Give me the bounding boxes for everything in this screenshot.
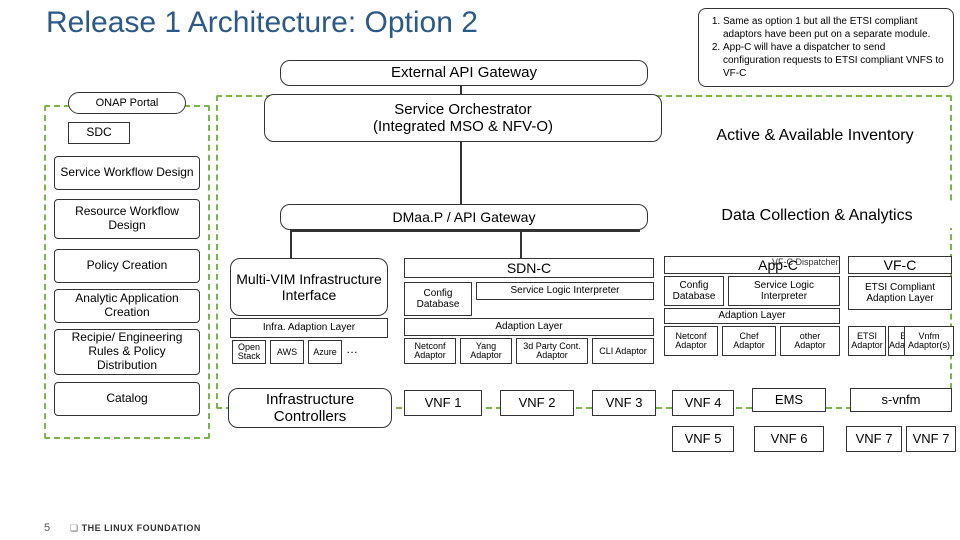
connector-line [460,142,462,204]
sdnc-config-db: Config Database [404,282,472,316]
azure-box: Azure [308,340,342,364]
dmaap-gateway: DMaa.P / API Gateway [280,204,648,230]
aws-box: AWS [270,340,304,364]
vfc-dispatcher-label: VF-C Dispatcher [772,258,839,266]
infrastructure-controllers: Infrastructure Controllers [228,388,392,428]
page-number: 5 [44,522,50,534]
appc-netconf-adaptor: Netconf Adaptor [664,326,718,356]
multi-vim-interface: Multi-VIM Infrastructure Interface [230,258,388,316]
footer-logo: ❏ THE LINUX FOUNDATION [70,523,201,534]
connector-line [290,230,640,232]
thirdparty-adaptor: 3d Party Cont. Adaptor [516,338,588,364]
cli-adaptor: CLI Adaptor [592,338,654,364]
sidebar-item-policy: Policy Creation [54,249,200,283]
sdnc-adaption-layer: Adaption Layer [404,318,654,336]
notes-callout: Same as option 1 but all the ETSI compli… [698,8,954,87]
vnf-7b: VNF 7 [906,426,956,452]
appc-config-db: Config Database [664,276,724,306]
etsi-adaptor: ETSI Adaptor [848,326,886,356]
sdnc-sli: Service Logic Interpreter [476,282,654,300]
sidebar-item-rwd: Resource Workflow Design [54,199,200,239]
vnf-6: VNF 6 [754,426,824,452]
sidebar-item-swd: Service Workflow Design [54,156,200,190]
dca-label: Data Collection & Analytics [682,204,952,228]
chef-adaptor: Chef Adaptor [722,326,776,356]
vnf-2: VNF 2 [500,390,574,416]
appc-sli: Service Logic Interpreter [728,276,840,306]
vnf-7: VNF 7 [846,426,902,452]
vfc-box: VF-C [848,256,952,274]
yang-adaptor: Yang Adaptor [460,338,512,364]
service-orchestrator: Service Orchestrator (Integrated MSO & N… [264,94,662,142]
vnf-5: VNF 5 [672,426,734,452]
infra-adaption-layer: Infra. Adaption Layer [230,318,388,338]
etsi-adaption-layer: ETSI Compliant Adaption Layer [848,276,952,310]
connector-line [290,230,292,258]
vnfm-adaptor: Vnfm Adaptor(s) [904,326,954,356]
connector-line [520,230,522,258]
sidebar-item-recipe: Recipie/ Engineering Rules & Policy Dist… [54,329,200,375]
svnfm-box: s-vnfm [850,388,952,412]
note-1: Same as option 1 but all the ETSI compli… [723,15,945,41]
connector-line [460,86,462,94]
note-2: App-C will have a dispatcher to send con… [723,41,945,80]
other-adaptor: other Adaptor [780,326,840,356]
sidebar-item-catalog: Catalog [54,382,200,416]
vnf-1: VNF 1 [404,390,482,416]
sdnc-box: SDN-C [404,258,654,278]
onap-portal-box: ONAP Portal [68,92,186,114]
openstack-box: Open Stack [232,340,266,364]
vnf-3: VNF 3 [592,390,656,416]
sdc-box: SDC [68,122,130,144]
sidebar-item-analytic: Analytic Application Creation [54,289,200,323]
vnf-4: VNF 4 [672,390,734,416]
appc-adaption-layer: Adaption Layer [664,308,840,324]
slide-title: Release 1 Architecture: Option 2 [46,6,478,40]
aai-label: Active & Available Inventory [682,124,948,148]
netconf-adaptor: Netconf Adaptor [404,338,456,364]
external-api-gateway: External API Gateway [280,60,648,86]
ems-box: EMS [752,388,826,412]
ellipsis-icon: … [346,342,358,356]
